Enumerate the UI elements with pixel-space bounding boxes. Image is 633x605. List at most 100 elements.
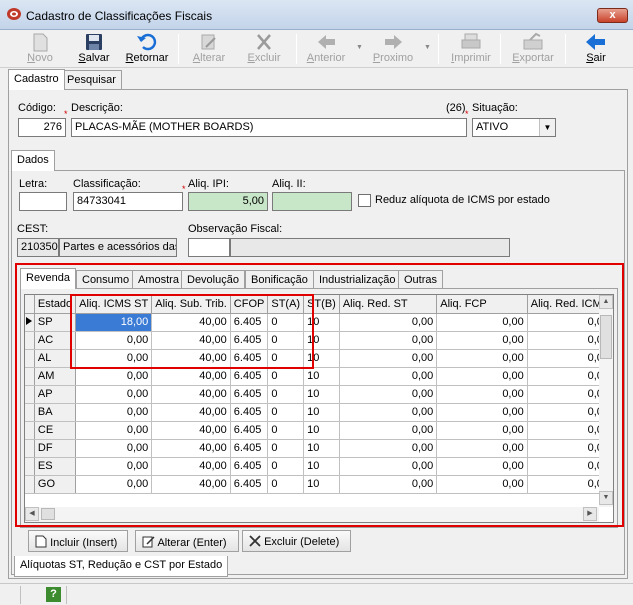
- column-header[interactable]: ST(A): [267, 295, 305, 314]
- table-cell[interactable]: 0,00: [339, 421, 438, 440]
- table-cell[interactable]: 0: [267, 403, 305, 422]
- table-cell[interactable]: 0,00: [75, 331, 153, 350]
- export-button[interactable]: Exportar: [508, 31, 558, 67]
- edit-button[interactable]: Alterar: [188, 31, 230, 67]
- table-cell[interactable]: 0: [267, 421, 305, 440]
- table-cell[interactable]: 6.405: [230, 439, 269, 458]
- chevron-down-icon[interactable]: ▼: [539, 119, 555, 136]
- table-cell[interactable]: 0,00: [75, 421, 153, 440]
- table-cell[interactable]: 10: [303, 439, 340, 458]
- aliq-ii-field[interactable]: [272, 192, 352, 211]
- tab-bonificacao[interactable]: Bonificação: [245, 270, 314, 289]
- grid-horizontal-scrollbar[interactable]: ◀ ▶: [25, 507, 599, 522]
- next-dropdown-arrow-icon[interactable]: ▼: [424, 44, 431, 51]
- table-cell[interactable]: 10: [303, 313, 340, 332]
- table-cell[interactable]: 0: [267, 475, 305, 494]
- table-cell[interactable]: 0: [267, 385, 305, 404]
- table-cell[interactable]: 0: [267, 349, 305, 368]
- table-cell[interactable]: 0,00: [339, 331, 438, 350]
- reduz-icms-label[interactable]: Reduz alíquota de ICMS por estado: [375, 194, 550, 206]
- table-cell[interactable]: 40,00: [151, 439, 231, 458]
- table-cell[interactable]: 0,00: [436, 331, 528, 350]
- table-cell[interactable]: 40,00: [151, 331, 231, 350]
- tab-devolucao[interactable]: Devolução: [181, 270, 245, 289]
- table-cell[interactable]: 40,00: [151, 349, 231, 368]
- table-cell[interactable]: 0,00: [75, 457, 153, 476]
- state-cell[interactable]: GO: [34, 475, 77, 494]
- column-header[interactable]: Aliq. Sub. Trib.: [151, 295, 231, 314]
- scroll-left-icon[interactable]: ◀: [25, 507, 39, 521]
- aliq-ipi-field[interactable]: 5,00: [188, 192, 268, 211]
- table-row[interactable]: AL0,0040,006.4050100,000,000,00: [25, 349, 613, 368]
- table-cell[interactable]: 0,00: [75, 385, 153, 404]
- table-cell[interactable]: 6.405: [230, 475, 269, 494]
- table-cell[interactable]: 40,00: [151, 313, 231, 332]
- tab-cadastro[interactable]: Cadastro: [8, 69, 65, 90]
- state-cell[interactable]: ES: [34, 457, 77, 476]
- alterar-button[interactable]: Alterar (Enter): [135, 530, 239, 552]
- table-cell[interactable]: 0,00: [339, 349, 438, 368]
- table-cell[interactable]: 40,00: [151, 367, 231, 386]
- table-row[interactable]: SP18,0040,006.4050100,000,000,00: [25, 313, 613, 332]
- tab-aliquotas-st[interactable]: Alíquotas ST, Redução e CST por Estado: [14, 556, 229, 577]
- excluir-button[interactable]: Excluir (Delete): [242, 530, 351, 552]
- tab-revenda[interactable]: Revenda: [20, 268, 77, 289]
- close-button[interactable]: x: [597, 8, 628, 23]
- table-cell[interactable]: 0,00: [436, 385, 528, 404]
- table-cell[interactable]: 0,00: [339, 313, 438, 332]
- table-cell[interactable]: 0,00: [339, 367, 438, 386]
- descricao-field[interactable]: PLACAS-MÃE (MOTHER BOARDS): [71, 118, 467, 137]
- table-cell[interactable]: 40,00: [151, 403, 231, 422]
- observacao-code-field[interactable]: [188, 238, 230, 257]
- table-cell[interactable]: 6.405: [230, 349, 269, 368]
- table-cell[interactable]: 6.405: [230, 313, 269, 332]
- state-cell[interactable]: AC: [34, 331, 77, 350]
- incluir-button[interactable]: Incluir (Insert): [28, 530, 128, 552]
- state-cell[interactable]: AP: [34, 385, 77, 404]
- table-cell[interactable]: 18,00: [75, 313, 153, 332]
- table-cell[interactable]: 40,00: [151, 475, 231, 494]
- table-cell[interactable]: 0,00: [436, 475, 528, 494]
- table-row[interactable]: BA0,0040,006.4050100,000,000,00: [25, 403, 613, 422]
- table-cell[interactable]: 0: [267, 457, 305, 476]
- tab-outras[interactable]: Outras: [398, 270, 444, 289]
- state-cell[interactable]: CE: [34, 421, 77, 440]
- reduz-icms-checkbox[interactable]: [358, 194, 371, 207]
- new-button[interactable]: Novo: [20, 31, 60, 67]
- scroll-down-icon[interactable]: ▼: [599, 491, 613, 505]
- column-header[interactable]: Aliq. Red. ST: [339, 295, 438, 314]
- table-cell[interactable]: 0,00: [436, 313, 528, 332]
- table-cell[interactable]: 0: [267, 313, 305, 332]
- delete-button[interactable]: Excluir: [243, 31, 285, 67]
- table-cell[interactable]: 0,00: [75, 439, 153, 458]
- save-button[interactable]: Salvar: [74, 31, 114, 67]
- classificacao-field[interactable]: 84733041: [73, 192, 183, 211]
- cest-code-field[interactable]: 210350: [17, 238, 59, 257]
- table-cell[interactable]: 0,00: [436, 367, 528, 386]
- table-row[interactable]: AC0,0040,006.4050100,000,000,00: [25, 331, 613, 350]
- table-cell[interactable]: 0,00: [436, 439, 528, 458]
- column-header[interactable]: Estado: [34, 295, 77, 314]
- help-icon[interactable]: ?: [46, 587, 61, 602]
- previous-dropdown-arrow-icon[interactable]: ▼: [356, 44, 363, 51]
- next-button[interactable]: Proximo: [370, 31, 416, 67]
- table-cell[interactable]: 6.405: [230, 457, 269, 476]
- table-cell[interactable]: 10: [303, 475, 340, 494]
- table-cell[interactable]: 10: [303, 421, 340, 440]
- table-cell[interactable]: 0,00: [436, 457, 528, 476]
- table-cell[interactable]: 10: [303, 385, 340, 404]
- table-row[interactable]: AP0,0040,006.4050100,000,000,00: [25, 385, 613, 404]
- tab-dados[interactable]: Dados: [11, 150, 55, 171]
- horizontal-scroll-thumb[interactable]: [41, 508, 55, 520]
- table-cell[interactable]: 10: [303, 367, 340, 386]
- table-cell[interactable]: 0,00: [75, 367, 153, 386]
- table-cell[interactable]: 0,00: [436, 349, 528, 368]
- table-cell[interactable]: 0,00: [75, 403, 153, 422]
- tab-pesquisar[interactable]: Pesquisar: [61, 70, 122, 90]
- state-cell[interactable]: DF: [34, 439, 77, 458]
- previous-button[interactable]: Anterior: [304, 31, 348, 67]
- state-cell[interactable]: SP: [34, 313, 77, 332]
- table-cell[interactable]: 0,00: [339, 403, 438, 422]
- tab-amostra[interactable]: Amostra: [132, 270, 185, 289]
- table-cell[interactable]: 0,00: [436, 421, 528, 440]
